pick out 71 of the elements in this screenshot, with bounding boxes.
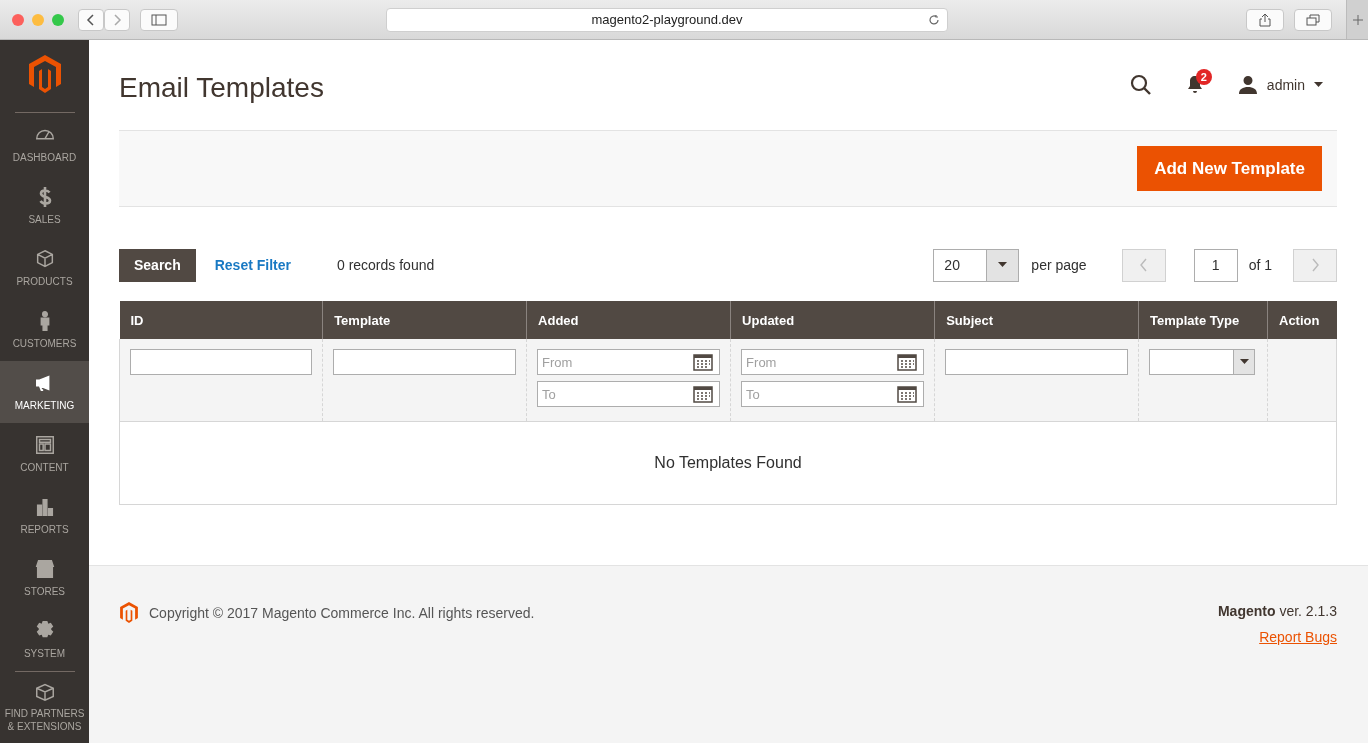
filter-field[interactable] [130, 349, 313, 375]
per-page-select[interactable]: 20 [933, 248, 1020, 282]
tabs-icon [1306, 13, 1320, 26]
chevron-left-icon [1138, 258, 1149, 272]
per-page-label: per page [1031, 257, 1087, 273]
plus-icon [1351, 13, 1364, 26]
close-icon[interactable] [12, 13, 24, 26]
sidebar-item[interactable]: FIND PARTNERS & EXTENSIONS [0, 672, 89, 740]
user-icon [1237, 75, 1258, 95]
column-header[interactable]: Action [1267, 301, 1337, 339]
minimize-icon[interactable] [32, 13, 44, 26]
sidebar-toggle-button[interactable] [140, 8, 178, 31]
caret-icon [1314, 82, 1323, 88]
caret-icon [1239, 359, 1249, 365]
logo-icon [119, 601, 139, 624]
add-template-button[interactable]: Add New Template [1137, 146, 1322, 191]
column-header[interactable]: Template Type [1138, 301, 1268, 339]
sidebar-item[interactable]: SYSTEM [0, 609, 89, 671]
maximize-icon[interactable] [52, 13, 64, 26]
calendar-icon[interactable] [693, 385, 714, 403]
filter-field[interactable] [333, 349, 517, 375]
report-bugs-link[interactable]: Report Bugs [1259, 629, 1337, 645]
records-count: 0 records found [336, 257, 435, 273]
version-text: Magento ver. 2.1.3 [1217, 603, 1337, 619]
user-menu[interactable]: admin [1237, 75, 1323, 95]
column-header[interactable]: Subject [934, 301, 1139, 339]
previous-page-button[interactable] [1121, 248, 1166, 282]
nav-icon [33, 558, 56, 580]
logo-icon[interactable] [26, 54, 63, 94]
nav-icon [33, 434, 56, 456]
share-button[interactable] [1246, 8, 1284, 31]
sidebar-item[interactable]: PRODUCTS [0, 237, 89, 299]
page-title: Email Templates [119, 72, 324, 104]
chevron-right-icon [1310, 258, 1320, 272]
sidebar-item[interactable]: STORES [0, 547, 89, 609]
copyright-text: Copyright © 2017 Magento Commerce Inc. All rights reserved. [149, 604, 535, 621]
empty-message: No Templates Found [654, 454, 802, 471]
column-header[interactable]: ID [119, 301, 323, 339]
calendar-icon[interactable] [897, 353, 918, 371]
calendar-icon[interactable] [693, 353, 714, 371]
column-header[interactable]: Updated [730, 301, 935, 339]
sidebar-item[interactable]: REPORTS [0, 485, 89, 547]
column-header[interactable]: Added [526, 301, 731, 339]
chevron-right-icon [112, 12, 122, 27]
forward-button[interactable] [104, 8, 130, 31]
page-total: of 1 [1248, 257, 1272, 273]
tabs-button[interactable] [1294, 8, 1332, 31]
column-header[interactable]: Template [322, 301, 527, 339]
date-from-field[interactable]: From [741, 349, 925, 375]
search-button[interactable]: Search [119, 248, 196, 282]
calendar-icon[interactable] [897, 385, 918, 403]
caret-icon [998, 262, 1008, 268]
notification-count: 2 [1195, 69, 1212, 85]
sidebar-item[interactable]: CUSTOMERS [0, 299, 89, 361]
chevron-left-icon [86, 12, 96, 27]
type-select[interactable] [1149, 349, 1256, 375]
share-icon [1259, 12, 1271, 27]
sidebar-item[interactable]: MARKETING [0, 361, 89, 423]
reload-icon[interactable] [928, 13, 940, 26]
sidebar-item[interactable]: SALES [0, 175, 89, 237]
sidebar-item[interactable]: CONTENT [0, 423, 89, 485]
filter-field[interactable] [945, 349, 1129, 375]
new-tab-button[interactable] [1346, 0, 1368, 39]
next-page-button[interactable] [1293, 248, 1337, 282]
sidebar-icon [151, 13, 167, 26]
back-button[interactable] [78, 8, 104, 31]
sidebar-item[interactable]: DASHBOARD [0, 113, 89, 175]
search-icon[interactable] [1129, 74, 1152, 96]
address-bar[interactable]: magento2-playground.dev [386, 7, 948, 32]
page-number-field[interactable]: 1 [1193, 248, 1238, 282]
reset-filter-link[interactable]: Reset Filter [214, 257, 291, 273]
